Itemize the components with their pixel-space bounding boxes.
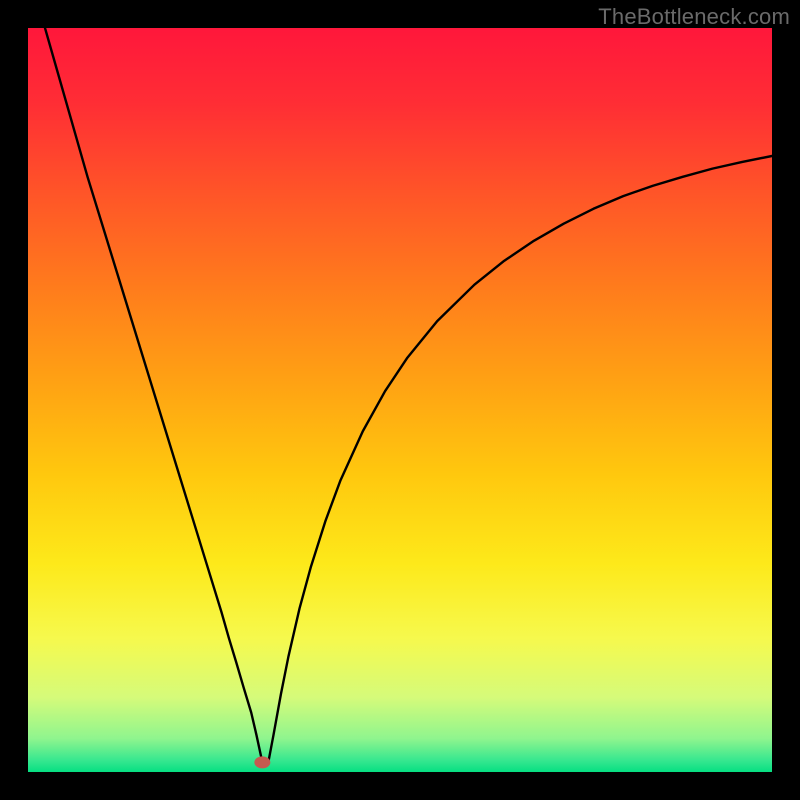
plot-area xyxy=(28,28,772,772)
curve-minimum-marker xyxy=(254,756,270,768)
watermark-text: TheBottleneck.com xyxy=(598,4,790,30)
chart-frame: TheBottleneck.com xyxy=(0,0,800,800)
chart-svg xyxy=(28,28,772,772)
